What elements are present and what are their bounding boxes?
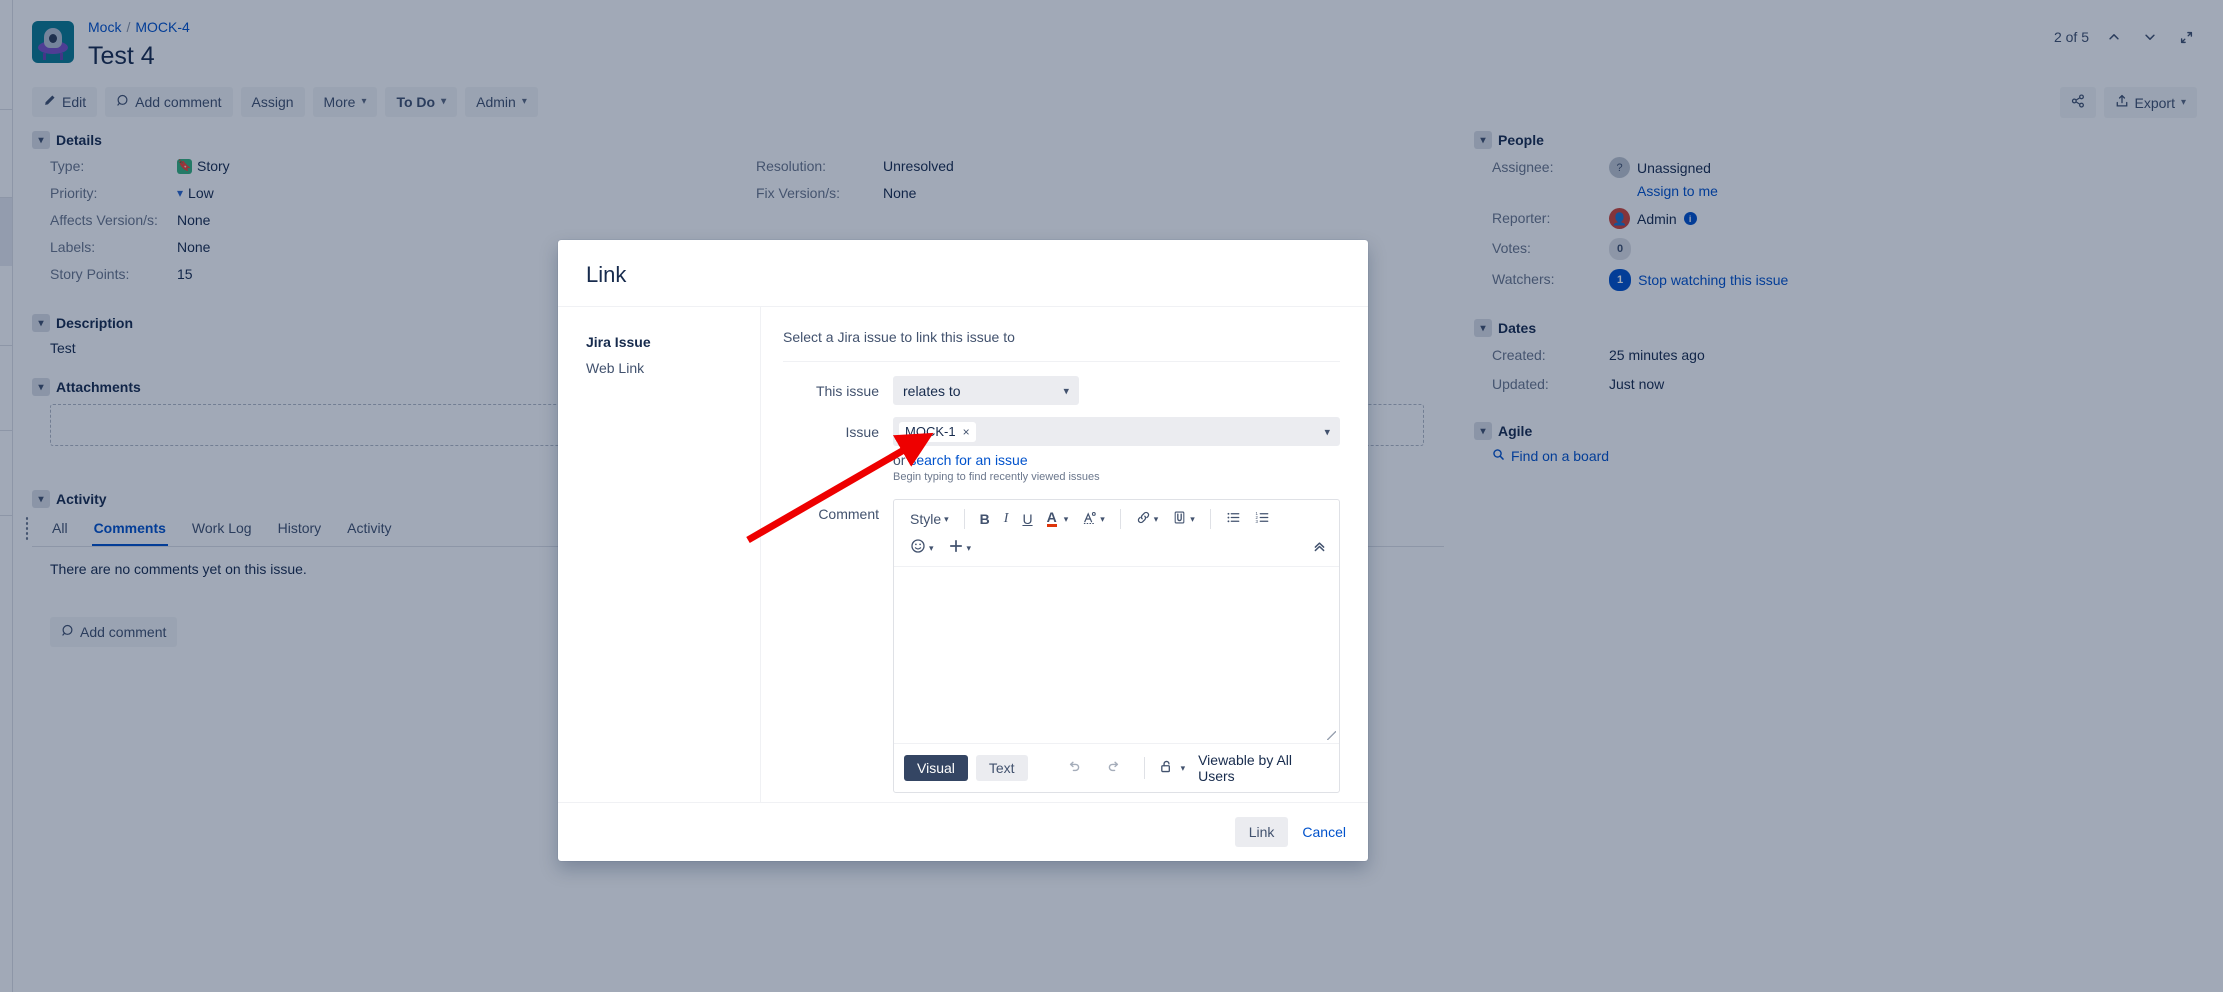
undo-button[interactable] — [1058, 754, 1090, 782]
redo-button[interactable] — [1098, 754, 1130, 782]
resize-handle[interactable] — [1327, 731, 1336, 740]
chevron-down-icon: ▾ — [944, 513, 949, 524]
bold-button[interactable]: B — [974, 507, 996, 531]
divider — [1143, 757, 1145, 779]
link-dialog-nav: Jira Issue Web Link — [558, 307, 761, 802]
comment-label: Comment — [818, 506, 879, 522]
link-dialog-header: Link — [558, 240, 1368, 307]
app-root: Mock / MOCK-4 Test 4 2 of 5 Edit Add com… — [0, 0, 2223, 992]
link-dialog-form: Select a Jira issue to link this issue t… — [761, 307, 1368, 802]
undo-icon — [1066, 761, 1082, 778]
visual-tab[interactable]: Visual — [904, 755, 968, 781]
link-dialog-footer: Link Cancel — [558, 802, 1368, 861]
unlock-icon — [1159, 759, 1174, 777]
chevron-double-up-icon — [1312, 539, 1327, 557]
text-effects-icon — [1082, 510, 1097, 528]
issue-label: Issue — [845, 424, 879, 440]
link-type-select[interactable]: relates to ▾ — [893, 376, 1079, 405]
comment-visibility-label: Viewable by All Users — [1198, 752, 1293, 784]
typing-hint: Begin typing to find recently viewed iss… — [893, 471, 1100, 483]
svg-text:3: 3 — [1255, 518, 1258, 523]
chevron-down-icon: ▾ — [1190, 513, 1195, 524]
divider — [1119, 508, 1121, 529]
nav-item-web-link[interactable]: Web Link — [586, 355, 760, 381]
divider — [963, 508, 965, 529]
underline-button[interactable]: U — [1016, 507, 1038, 531]
cancel-button[interactable]: Cancel — [1302, 824, 1346, 840]
emoji-icon — [910, 538, 926, 557]
italic-button[interactable]: I — [998, 507, 1015, 531]
this-issue-row: This issue relates to ▾ — [783, 376, 1340, 405]
comment-visibility-selector[interactable]: ▾ Viewable by All Users — [1159, 752, 1329, 784]
attach-button[interactable]: ▾ — [1166, 506, 1201, 532]
chevron-down-icon: ▾ — [1063, 385, 1069, 397]
bullet-list-icon — [1226, 510, 1241, 528]
text-color-label: A — [1046, 508, 1057, 527]
style-dropdown-label: Style — [910, 510, 942, 527]
text-effects-button[interactable]: ▾ — [1076, 506, 1111, 532]
style-dropdown[interactable]: Style ▾ — [904, 507, 955, 531]
editor-footer: Visual Text ▾ Viewable by All Users — [894, 743, 1339, 792]
bullet-list-button[interactable] — [1220, 506, 1247, 532]
comment-editor: Style ▾ B I U A ▾ ▾ ▾ ▾ 1 2 3 ▾ ▾ Visual… — [893, 499, 1340, 793]
issue-row: Issue MOCK-1 × ▾ or search for an issue — [783, 417, 1340, 483]
insert-more-button[interactable]: ▾ — [942, 534, 978, 561]
link-dialog-hint: Select a Jira issue to link this issue t… — [783, 329, 1015, 345]
issue-select[interactable]: MOCK-1 × ▾ — [893, 417, 1340, 446]
numbered-list-button[interactable]: 123 — [1249, 506, 1276, 532]
plus-icon — [948, 538, 964, 557]
close-icon[interactable]: × — [963, 424, 970, 440]
link-dialog-title: Link — [586, 262, 627, 287]
paperclip-icon — [1172, 510, 1187, 528]
divider — [1209, 508, 1211, 529]
or-text: or — [893, 452, 906, 468]
search-for-issue-link[interactable]: search for an issue — [909, 452, 1027, 468]
link-icon — [1136, 510, 1151, 528]
editor-toolbar: Style ▾ B I U A ▾ ▾ ▾ ▾ 1 2 3 ▾ ▾ — [894, 500, 1339, 567]
emoji-button[interactable]: ▾ — [904, 534, 940, 561]
insert-link-button[interactable]: ▾ — [1130, 506, 1165, 532]
numbered-list-icon: 123 — [1255, 510, 1270, 528]
chevron-down-icon: ▾ — [1153, 513, 1159, 524]
comment-row: Comment Style ▾ B I U A ▾ ▾ ▾ ▾ 1 2 3 ▾ … — [783, 499, 1340, 793]
search-issue-row: or search for an issue — [893, 452, 1340, 468]
chevron-down-icon: ▾ — [966, 542, 972, 553]
chevron-down-icon: ▾ — [929, 542, 934, 553]
chevron-down-icon: ▾ — [1180, 762, 1186, 773]
issue-tag: MOCK-1 × — [899, 421, 976, 442]
nav-item-jira-issue[interactable]: Jira Issue — [586, 329, 760, 355]
text-tab[interactable]: Text — [975, 755, 1028, 781]
link-submit-button[interactable]: Link — [1234, 817, 1289, 847]
collapse-toolbar-button[interactable] — [1306, 535, 1333, 561]
divider — [783, 361, 1340, 362]
text-color-button[interactable]: A ▾ — [1041, 507, 1075, 531]
issue-tag-label: MOCK-1 — [905, 423, 956, 439]
link-type-value: relates to — [903, 382, 961, 399]
link-dialog: Link Jira Issue Web Link Select a Jira i… — [558, 240, 1368, 861]
chevron-down-icon: ▾ — [1100, 513, 1105, 524]
this-issue-label: This issue — [815, 383, 879, 399]
comment-textarea[interactable] — [894, 567, 1339, 743]
redo-icon — [1106, 761, 1122, 778]
chevron-down-icon: ▾ — [1324, 426, 1330, 438]
chevron-down-icon: ▾ — [1063, 513, 1069, 524]
